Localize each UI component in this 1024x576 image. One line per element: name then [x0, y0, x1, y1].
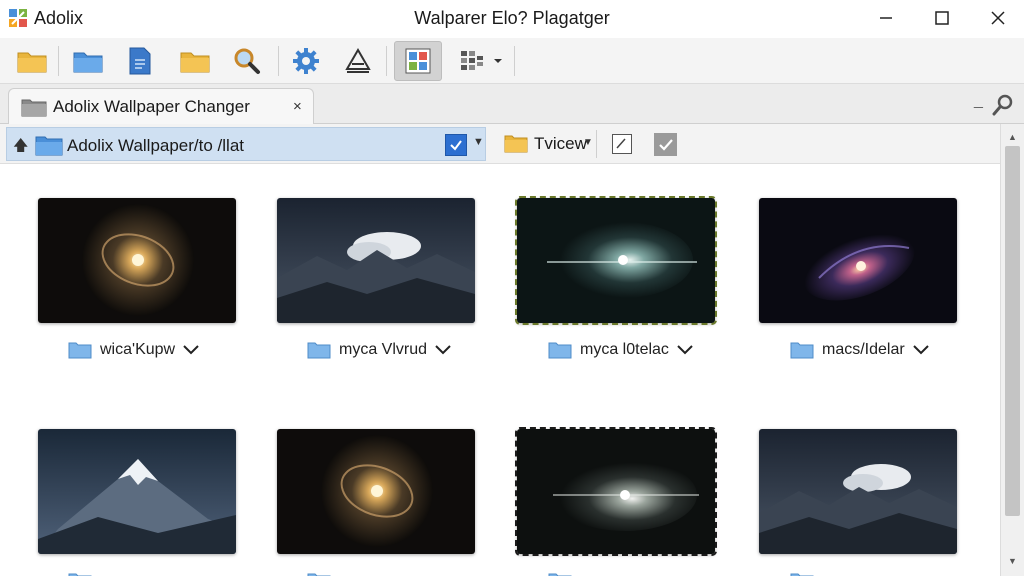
folder-icon — [307, 573, 331, 576]
upload-icon — [345, 48, 371, 73]
toolbar-separator — [278, 46, 279, 76]
vertical-scrollbar[interactable]: ▲ ▼ — [1000, 124, 1024, 576]
search-icon[interactable] — [992, 94, 1014, 121]
folder-icon — [17, 52, 47, 73]
folder-icon — [68, 573, 92, 576]
chevron-down-icon[interactable]: ▼ — [583, 137, 593, 148]
minimize-button[interactable] — [866, 4, 906, 32]
checkmark-icon — [450, 140, 462, 151]
view-options-button[interactable] — [455, 44, 507, 78]
browse-folder-button[interactable] — [70, 44, 106, 78]
chevron-down-icon[interactable] — [435, 345, 451, 355]
wallpaper-thumbnail[interactable] — [759, 429, 957, 554]
thumbnail-grid: wica'Kupw myca Vlvrud myca l0telac macs/… — [0, 164, 1000, 576]
tab-adolix-wallpaper-changer[interactable]: Adolix Wallpaper Changer × — [8, 88, 314, 124]
folder-icon — [548, 342, 572, 359]
folder-icon — [21, 97, 47, 122]
chevron-down-icon[interactable] — [183, 345, 199, 355]
settings-gear-icon — [293, 48, 319, 74]
folder-icon — [307, 342, 331, 359]
folder-icon — [35, 134, 63, 161]
wallpaper-thumbnail[interactable] — [38, 429, 236, 554]
thumbnail-caption[interactable]: myca l0telac — [548, 338, 693, 362]
toolbar-separator — [514, 46, 515, 76]
maximize-button[interactable] — [922, 4, 962, 32]
wallpaper-thumbnail-selected[interactable] — [515, 196, 717, 325]
path-text: Adolix Wallpaper/to /llat — [67, 136, 245, 155]
settings-button[interactable] — [288, 44, 324, 78]
maximize-icon — [935, 11, 949, 25]
scroll-up-icon[interactable]: ▲ — [1008, 132, 1017, 142]
upload-button[interactable] — [340, 44, 376, 78]
thumbnail-name: wica'Kupw — [100, 341, 176, 358]
thumbnail-caption[interactable] — [790, 569, 814, 576]
folder-icon — [180, 52, 210, 73]
toolbar — [0, 38, 1024, 84]
wallpaper-thumbnail[interactable] — [38, 198, 236, 323]
folder-icon — [73, 52, 103, 73]
folder-icon — [504, 133, 528, 158]
toolbar-separator — [386, 46, 387, 76]
toolbar-separator — [58, 46, 59, 76]
select-all-checkbox[interactable] — [654, 133, 677, 156]
thumbnail-caption[interactable]: macs/Idelar — [790, 338, 929, 362]
document-button[interactable] — [122, 44, 158, 78]
thumbnail-name: myca l0telac — [580, 341, 669, 358]
thumbnail-caption[interactable] — [68, 569, 92, 576]
close-button[interactable] — [978, 4, 1018, 32]
wallpaper-thumbnail[interactable] — [277, 198, 475, 323]
chevron-down-icon[interactable] — [677, 345, 693, 355]
image-tile-icon — [405, 48, 431, 74]
wallpaper-tile-button[interactable] — [394, 41, 442, 81]
separator — [596, 130, 597, 158]
open-folder-button[interactable] — [14, 44, 50, 78]
checkmark-icon — [658, 138, 673, 151]
path-bar: 🡅 Adolix Wallpaper/to /llat ▼ Tvicew ▼ — [0, 124, 1000, 164]
close-icon — [991, 11, 1005, 25]
thumbnail-caption[interactable]: myca Vlvrud — [307, 338, 451, 362]
path-checkbox[interactable] — [445, 134, 467, 156]
edit-checkbox[interactable] — [612, 134, 632, 154]
folder-icon — [68, 342, 92, 359]
scroll-thumb[interactable] — [1005, 146, 1020, 516]
up-arrow-icon[interactable]: 🡅 — [13, 135, 28, 160]
title-bar: Adolix Walparer Elo? Plagatger — [0, 0, 1024, 38]
search-icon — [234, 48, 260, 74]
wallpaper-thumbnail-selected[interactable] — [515, 427, 717, 556]
pencil-icon — [616, 138, 626, 149]
wallpaper-thumbnail[interactable] — [759, 198, 957, 323]
view-mode-label[interactable]: Tvicew — [534, 134, 587, 154]
wallpaper-thumbnail[interactable] — [277, 429, 475, 554]
folder-icon — [548, 573, 572, 576]
thumbnail-name: macs/Idelar — [822, 341, 905, 358]
minimize-icon — [880, 17, 892, 19]
chevron-down-icon[interactable]: ▼ — [473, 136, 484, 148]
yellow-folder-button[interactable] — [177, 44, 213, 78]
folder-icon — [790, 573, 814, 576]
thumbnail-caption[interactable] — [548, 569, 572, 576]
thumbnail-caption[interactable]: wica'Kupw — [68, 338, 199, 362]
thumbnail-caption[interactable] — [307, 569, 331, 576]
path-box[interactable]: 🡅 Adolix Wallpaper/to /llat ▼ — [6, 127, 486, 161]
tab-close-button[interactable]: × — [293, 98, 302, 115]
chevron-down-icon[interactable] — [912, 345, 929, 355]
minimize-panel-icon[interactable]: _ — [974, 92, 983, 110]
view-options-icon — [461, 51, 502, 70]
tab-label: Adolix Wallpaper Changer — [53, 97, 250, 116]
document-icon — [129, 47, 151, 75]
search-button[interactable] — [229, 44, 265, 78]
scroll-down-icon[interactable]: ▼ — [1008, 556, 1017, 566]
thumbnail-name: myca Vlvrud — [339, 341, 428, 358]
folder-icon — [790, 342, 814, 359]
tab-strip: Adolix Wallpaper Changer × _ — [0, 84, 1024, 124]
